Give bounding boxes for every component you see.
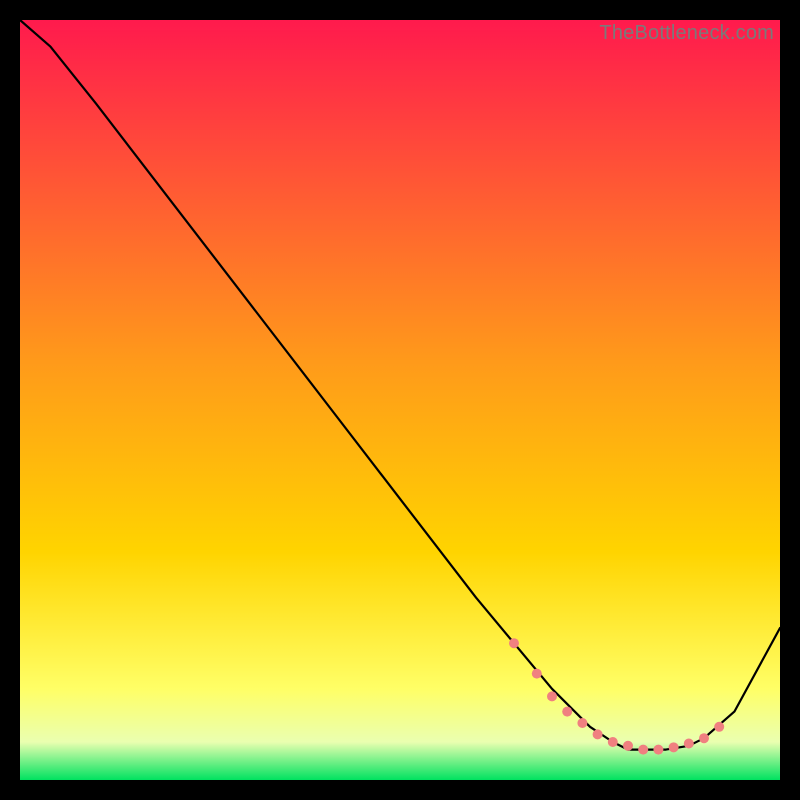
chart-svg [20,20,780,780]
optimal-dot [547,691,557,701]
optimal-dot [509,638,519,648]
chart-frame: TheBottleneck.com [20,20,780,780]
optimal-dot [714,722,724,732]
optimal-dot [653,745,663,755]
optimal-dot [532,669,542,679]
gradient-background [20,20,780,780]
optimal-dot [577,718,587,728]
optimal-dot [593,729,603,739]
optimal-dot [669,742,679,752]
optimal-dot [562,707,572,717]
optimal-dot [699,733,709,743]
optimal-dot [608,737,618,747]
watermark-text: TheBottleneck.com [599,22,774,45]
optimal-dot [623,741,633,751]
optimal-dot [638,745,648,755]
optimal-dot [684,739,694,749]
